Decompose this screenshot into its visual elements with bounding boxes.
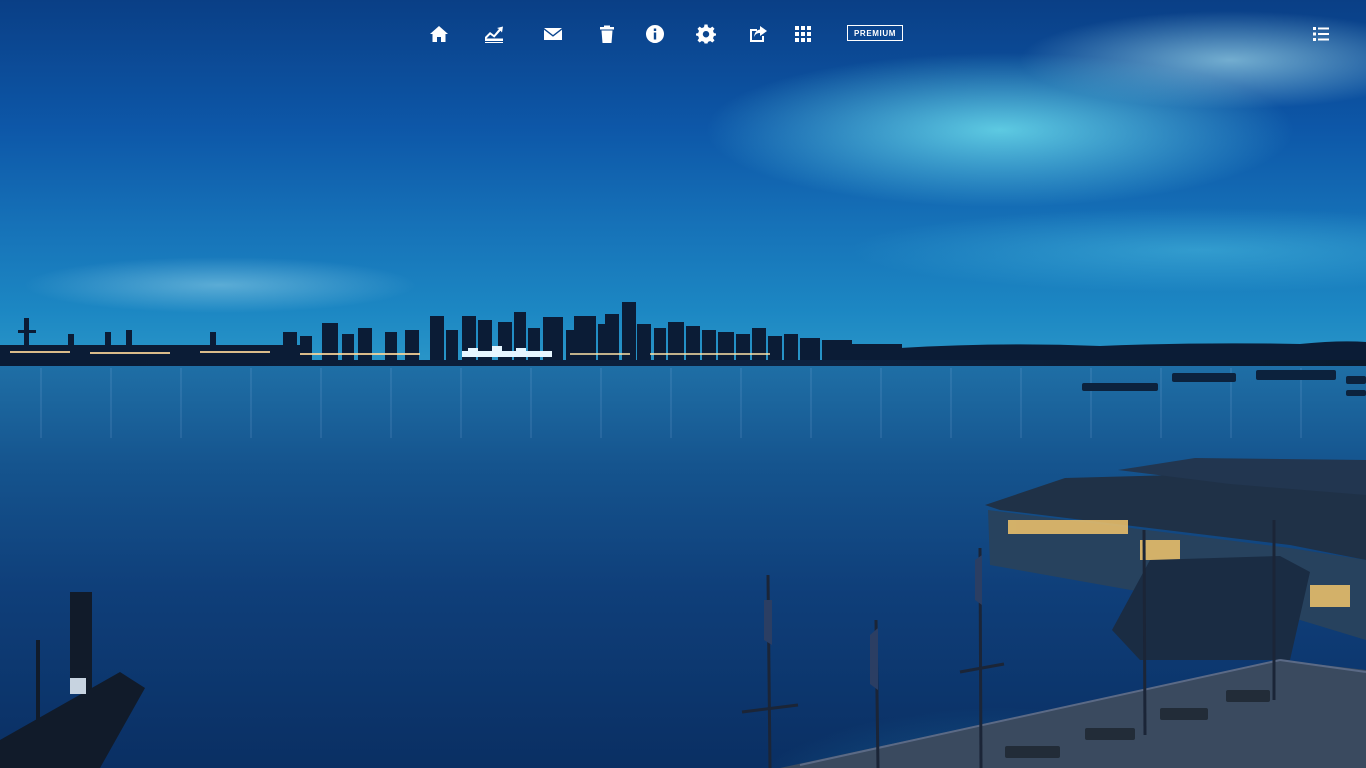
mail-icon xyxy=(544,28,562,40)
info-icon xyxy=(645,25,664,43)
gear-icon xyxy=(696,24,716,44)
mail-button[interactable] xyxy=(539,20,567,48)
list-menu-button[interactable] xyxy=(1307,20,1335,48)
trash-icon xyxy=(600,25,614,43)
info-button[interactable] xyxy=(641,20,669,48)
top-toolbar: PREMIUM xyxy=(0,0,1366,66)
share-button[interactable] xyxy=(744,20,772,48)
stats-chart-icon xyxy=(485,26,503,43)
home-button[interactable] xyxy=(425,20,453,48)
home-icon xyxy=(430,26,448,42)
settings-button[interactable] xyxy=(692,20,720,48)
stats-button[interactable] xyxy=(480,20,508,48)
trash-button[interactable] xyxy=(593,20,621,48)
premium-button[interactable]: PREMIUM xyxy=(847,25,903,41)
desktop-wallpaper xyxy=(0,0,1366,768)
list-menu-icon xyxy=(1313,27,1329,41)
share-icon xyxy=(750,26,767,42)
wallpaper-pier xyxy=(0,370,1366,768)
grid-icon xyxy=(795,26,811,42)
apps-button[interactable] xyxy=(789,20,817,48)
